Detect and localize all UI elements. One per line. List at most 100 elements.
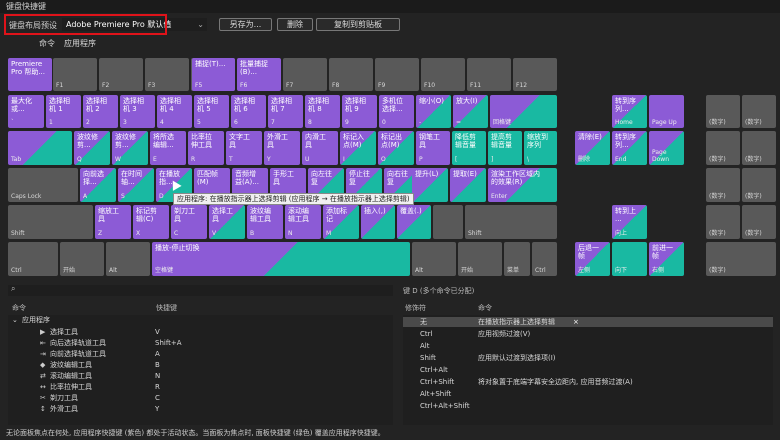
key-f11[interactable]: F11 — [467, 58, 511, 91]
key-numpad-8[interactable]: (数字) — [742, 131, 776, 165]
key-1[interactable]: 选择相 机 11 — [46, 95, 81, 128]
key-right-bracket[interactable]: 提高剪 辑音量] — [488, 131, 522, 165]
key-7[interactable]: 选择相 机 77 — [268, 95, 303, 128]
close-icon[interactable]: × — [573, 317, 579, 327]
key-f1[interactable]: F1 — [53, 58, 97, 91]
key-period[interactable]: 覆盖(.) — [397, 205, 431, 239]
key-f10[interactable]: F10 — [421, 58, 465, 91]
col-command-header[interactable]: 命令 — [12, 303, 26, 313]
key-numpad-divide[interactable]: (数字) — [742, 95, 776, 128]
key-win-left[interactable]: 开始 — [60, 242, 104, 276]
key-minus[interactable]: 缩小(O) - — [416, 95, 451, 128]
key-f12[interactable]: F12 — [513, 58, 557, 91]
key-alt-right[interactable]: Alt — [412, 242, 456, 276]
key-f9[interactable]: F9 — [375, 58, 419, 91]
key-f8[interactable]: F8 — [329, 58, 373, 91]
key-caps-lock[interactable]: Caps Lock — [8, 168, 78, 202]
key-3[interactable]: 选择相 机 33 — [120, 95, 155, 128]
key-numpad-equal[interactable]: (数字) — [706, 95, 740, 128]
key-f5[interactable]: 捕捉(T)... F5 — [192, 58, 235, 91]
key-e[interactable]: 将所选 编辑... E — [150, 131, 186, 165]
key-f2[interactable]: F2 — [99, 58, 143, 91]
table-row[interactable]: ⇥ 向前选择轨道工具 A — [8, 349, 393, 359]
list-item[interactable]: Alt — [403, 341, 773, 351]
key-m[interactable]: 添加标 记M — [323, 205, 359, 239]
key-delete[interactable]: 清除(E) 删除 — [575, 131, 610, 165]
key-x[interactable]: 标记剪 辑(C) X — [133, 205, 169, 239]
key-backslash[interactable]: 缩放到 序列 \ — [524, 131, 557, 165]
list-item[interactable]: Ctrl+Alt+Shift — [403, 401, 773, 411]
tree-group-row[interactable]: ⌄ 应用程序 — [8, 315, 393, 325]
table-row[interactable]: ✂ 剃刀工具 C — [8, 393, 393, 403]
key-backquote[interactable]: 最大化 或... ` — [8, 95, 44, 128]
col-command2-header[interactable]: 命令 — [478, 303, 492, 313]
key-y[interactable]: 外滑工 具Y — [264, 131, 300, 165]
key-w[interactable]: 波纹修 剪... W — [112, 131, 148, 165]
key-slash[interactable] — [433, 205, 463, 239]
key-8[interactable]: 选择相 机 88 — [305, 95, 340, 128]
key-arrow-right[interactable]: 前进一 帧右侧 — [649, 242, 684, 276]
save-as-button[interactable]: 另存为... — [219, 18, 272, 31]
key-q[interactable]: 波纹修 剪... Q — [74, 131, 110, 165]
key-t[interactable]: 文字工 具T — [226, 131, 262, 165]
key-equal[interactable]: 放大(I) = — [453, 95, 488, 128]
key-tab[interactable]: Tab — [8, 131, 72, 165]
command-dropdown[interactable]: 应用程序 — [62, 38, 209, 49]
key-arrow-left[interactable]: 后退一 帧左侧 — [575, 242, 610, 276]
table-row[interactable]: ⇤ 向后选择轨道工具 Shift+A — [8, 338, 393, 348]
key-quote[interactable]: 提取(E) — [450, 168, 486, 202]
key-a[interactable]: 向前选 择... A — [80, 168, 116, 202]
key-z[interactable]: 缩放工 具Z — [95, 205, 131, 239]
key-o[interactable]: 标记出 点(M) O — [378, 131, 414, 165]
key-alt-left[interactable]: Alt — [106, 242, 150, 276]
key-backspace[interactable]: 回格键 — [490, 95, 557, 128]
key-left-bracket[interactable]: 降低剪 辑音量[ — [452, 131, 486, 165]
key-page-down[interactable]: Page Down — [649, 131, 684, 165]
key-6[interactable]: 选择相 机 66 — [231, 95, 266, 128]
list-item[interactable]: Ctrl 应用视频过渡(V) — [403, 329, 773, 339]
table-row[interactable]: ↕ 外滑工具 Y — [8, 404, 393, 414]
key-semicolon[interactable]: 提升(L) — [412, 168, 448, 202]
key-r[interactable]: 比率拉 伸工具 R — [188, 131, 224, 165]
key-space[interactable]: 播放-停止切换 空格键 — [152, 242, 410, 276]
key-arrow-up[interactable]: 转到上 ... 向上 — [612, 205, 647, 239]
key-win-right[interactable]: 开始 — [458, 242, 502, 276]
key-numpad-7[interactable]: (数字) — [706, 131, 740, 165]
key-p[interactable]: 钢笔工 具P — [416, 131, 450, 165]
list-item[interactable]: Alt+Shift — [403, 389, 773, 399]
key-ctrl-left[interactable]: Ctrl — [8, 242, 58, 276]
key-u[interactable]: 内滑工 具U — [302, 131, 338, 165]
chevron-down-icon[interactable]: ⌄ — [12, 315, 18, 325]
key-numpad-2[interactable]: (数字) — [742, 205, 776, 239]
key-enter[interactable]: 渲染工作区域内 的效果(R) Enter — [488, 168, 557, 202]
key-v[interactable]: 选择工 具V — [209, 205, 245, 239]
key-9[interactable]: 选择相 机 99 — [342, 95, 377, 128]
key-home[interactable]: 转到序 列... Home — [612, 95, 647, 128]
key-end[interactable]: 转到序 列... End — [612, 131, 647, 165]
key-numpad-5[interactable]: (数字) — [742, 168, 776, 202]
key-numpad-0[interactable]: (数字) — [706, 242, 776, 276]
key-4[interactable]: 选择相 机 44 — [157, 95, 192, 128]
table-row[interactable]: ▶ 选择工具 V — [8, 327, 393, 337]
key-c[interactable]: 剃刀工 具C — [171, 205, 207, 239]
key-f6[interactable]: 批量捕捉 (B)... F6 — [237, 58, 281, 91]
list-item[interactable]: Ctrl+Shift 将对象置于底端字幕安全边距内, 应用音频过渡(A) — [403, 377, 773, 387]
key-shift-left[interactable]: Shift — [8, 205, 93, 239]
key-esc[interactable]: Premiere Pro 帮助... — [8, 58, 52, 91]
key-2[interactable]: 选择相 机 22 — [83, 95, 118, 128]
key-arrow-down[interactable]: 向下 — [612, 242, 647, 276]
key-shift-right[interactable]: Shift — [465, 205, 557, 239]
search-input[interactable]: ⌕ — [8, 284, 393, 296]
key-b[interactable]: 波纹编 辑工具 B — [247, 205, 283, 239]
key-numpad-4[interactable]: (数字) — [706, 168, 740, 202]
col-shortcut-header[interactable]: 快捷键 — [156, 303, 177, 313]
key-numpad-1[interactable]: (数字) — [706, 205, 740, 239]
key-f7[interactable]: F7 — [283, 58, 327, 91]
delete-button[interactable]: 删除 — [277, 18, 313, 31]
copy-clipboard-button[interactable]: 复制到剪贴板 — [316, 18, 400, 31]
key-menu[interactable]: 菜单 — [504, 242, 530, 276]
list-item[interactable]: Ctrl+Alt — [403, 365, 773, 375]
key-s[interactable]: 在时间 轴... S — [118, 168, 154, 202]
table-row[interactable]: ↔ 比率拉伸工具 R — [8, 382, 393, 392]
key-ctrl-right[interactable]: Ctrl — [532, 242, 557, 276]
